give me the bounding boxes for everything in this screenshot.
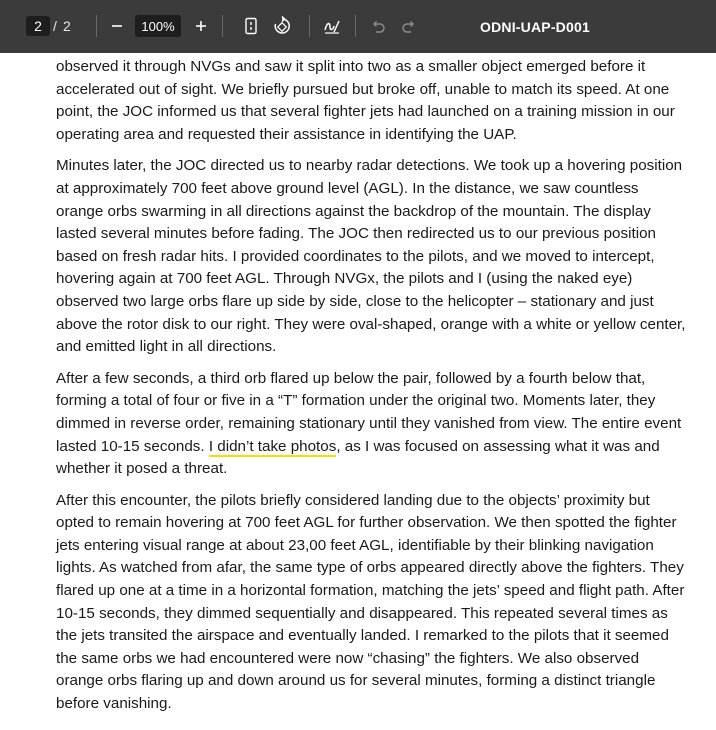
highlight-annotation[interactable]: I didn’t take photos <box>208 437 337 457</box>
paragraph: Minutes later, the JOC directed us to ne… <box>56 157 686 356</box>
redo-icon[interactable] <box>397 14 421 38</box>
document-page-content: observed it through NVGs and saw it spli… <box>56 56 686 725</box>
zoom-level-input[interactable]: 100% <box>135 15 181 37</box>
undo-icon[interactable] <box>366 14 390 38</box>
fit-page-icon[interactable] <box>239 14 263 38</box>
toolbar-divider <box>96 15 97 37</box>
toolbar-divider <box>222 15 223 37</box>
document-title: ODNI-UAP-D001 <box>480 18 590 35</box>
paragraph: After a few seconds, a third orb flared … <box>56 368 686 481</box>
paragraph: After this encounter, the pilots briefly… <box>56 491 685 713</box>
zoom-out-icon[interactable] <box>105 14 129 38</box>
pdf-toolbar: 2 / 2 100% ODNI-UAP-D001 <box>0 0 716 53</box>
rotate-icon[interactable] <box>270 14 294 38</box>
paragraph: observed it through NVGs and saw it spli… <box>56 58 675 143</box>
page-separator: / <box>53 18 57 34</box>
toolbar-divider <box>309 15 310 37</box>
total-pages: 2 <box>63 18 71 34</box>
current-page-input[interactable]: 2 <box>26 16 50 36</box>
zoom-in-icon[interactable] <box>189 14 213 38</box>
toolbar-divider <box>355 15 356 37</box>
draw-icon[interactable] <box>320 14 344 38</box>
